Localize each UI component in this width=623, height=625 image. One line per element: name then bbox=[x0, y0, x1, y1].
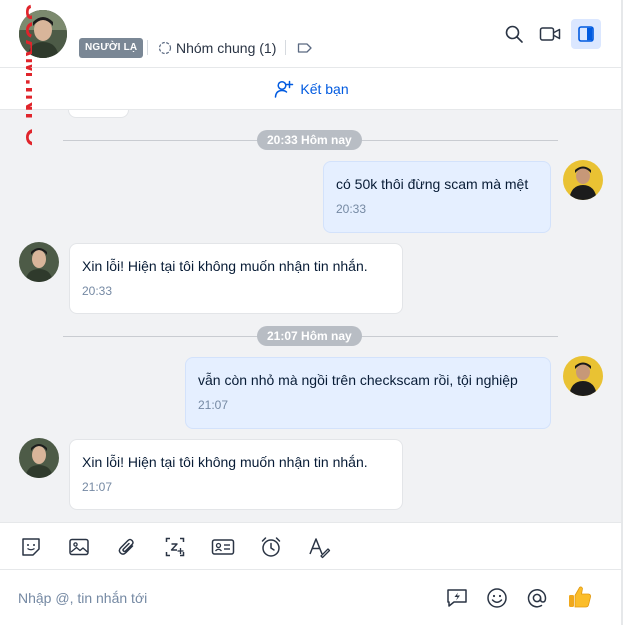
sent-message-bubble[interactable]: có 50k thôi đừng scam mà mệt 20:33 bbox=[323, 161, 551, 233]
sticker-button[interactable] bbox=[19, 535, 43, 559]
my-avatar[interactable] bbox=[563, 160, 603, 200]
time-divider-label: 20:33 Hôm nay bbox=[257, 130, 362, 150]
message-list[interactable]: 20:33 Hôm nay có 50k thôi đừng scam mà m… bbox=[0, 110, 623, 522]
message-time: 20:33 bbox=[336, 202, 367, 216]
video-call-button[interactable] bbox=[535, 19, 565, 49]
mention-icon bbox=[527, 589, 547, 608]
time-divider-label: 21:07 Hôm nay bbox=[257, 326, 362, 346]
composer bbox=[0, 571, 623, 625]
thumbs-up-icon bbox=[569, 586, 591, 608]
add-friend-bar[interactable]: Kết bạn bbox=[0, 68, 623, 110]
contact-avatar-small[interactable] bbox=[19, 438, 59, 478]
received-message-bubble[interactable]: Xin lỗi! Hiện tại tôi không muốn nhận ti… bbox=[69, 439, 403, 510]
attachment-icon bbox=[118, 538, 134, 555]
contact-card-button[interactable] bbox=[211, 535, 235, 559]
add-friend-icon bbox=[275, 80, 294, 98]
thumbs-up-button[interactable] bbox=[566, 583, 594, 611]
attachment-button[interactable] bbox=[115, 535, 139, 559]
chat-header: NGƯỜI LẠ Nhóm chung (1) bbox=[0, 0, 623, 68]
sidebar-toggle-icon bbox=[578, 26, 594, 42]
search-button[interactable] bbox=[499, 19, 529, 49]
sent-message-bubble[interactable]: vẫn còn nhỏ mà ngồi trên checkscam rồi, … bbox=[185, 357, 551, 429]
received-message-bubble[interactable]: Xin lỗi! Hiện tại tôi không muốn nhận ti… bbox=[69, 243, 403, 314]
screenshot-button[interactable] bbox=[163, 535, 187, 559]
message-input[interactable] bbox=[8, 583, 428, 613]
previous-message-bubble bbox=[68, 110, 129, 118]
add-friend-label: Kết bạn bbox=[300, 80, 349, 97]
common-groups-label: Nhóm chung (1) bbox=[176, 40, 277, 56]
message-text: Xin lỗi! Hiện tại tôi không muốn nhận ti… bbox=[82, 454, 368, 470]
reminder-icon bbox=[261, 537, 281, 557]
image-button[interactable] bbox=[67, 535, 91, 559]
tag-icon[interactable] bbox=[296, 39, 314, 57]
message-text: Xin lỗi! Hiện tại tôi không muốn nhận ti… bbox=[82, 258, 368, 274]
message-time: 21:07 bbox=[82, 480, 113, 494]
header-divider bbox=[147, 40, 148, 55]
sidebar-toggle-button[interactable] bbox=[571, 19, 601, 49]
composer-toolbar bbox=[0, 522, 623, 570]
search-icon bbox=[505, 25, 523, 43]
message-time: 20:33 bbox=[82, 284, 113, 298]
stranger-badge: NGƯỜI LẠ bbox=[79, 38, 144, 58]
my-avatar[interactable] bbox=[563, 356, 603, 396]
image-icon bbox=[69, 538, 89, 556]
text-format-button[interactable] bbox=[307, 535, 331, 559]
group-icon bbox=[158, 41, 172, 55]
text-format-icon bbox=[309, 538, 331, 559]
mention-button[interactable] bbox=[524, 585, 550, 611]
common-groups-link[interactable]: Nhóm chung (1) bbox=[158, 38, 276, 58]
quick-message-button[interactable] bbox=[444, 585, 470, 611]
sticker-icon bbox=[22, 538, 40, 556]
emoji-button[interactable] bbox=[484, 585, 510, 611]
screenshot-icon bbox=[165, 537, 185, 557]
quick-message-icon bbox=[447, 589, 467, 607]
reminder-button[interactable] bbox=[259, 535, 283, 559]
contact-avatar[interactable] bbox=[19, 10, 67, 58]
message-text: vẫn còn nhỏ mà ngồi trên checkscam rồi, … bbox=[198, 372, 518, 388]
header-divider bbox=[285, 40, 286, 55]
message-text: có 50k thôi đừng scam mà mệt bbox=[336, 176, 529, 192]
emoji-icon bbox=[487, 588, 507, 608]
message-time: 21:07 bbox=[198, 398, 229, 412]
video-call-icon bbox=[539, 27, 561, 41]
contact-avatar-small[interactable] bbox=[19, 242, 59, 282]
contact-card-icon bbox=[211, 539, 235, 555]
